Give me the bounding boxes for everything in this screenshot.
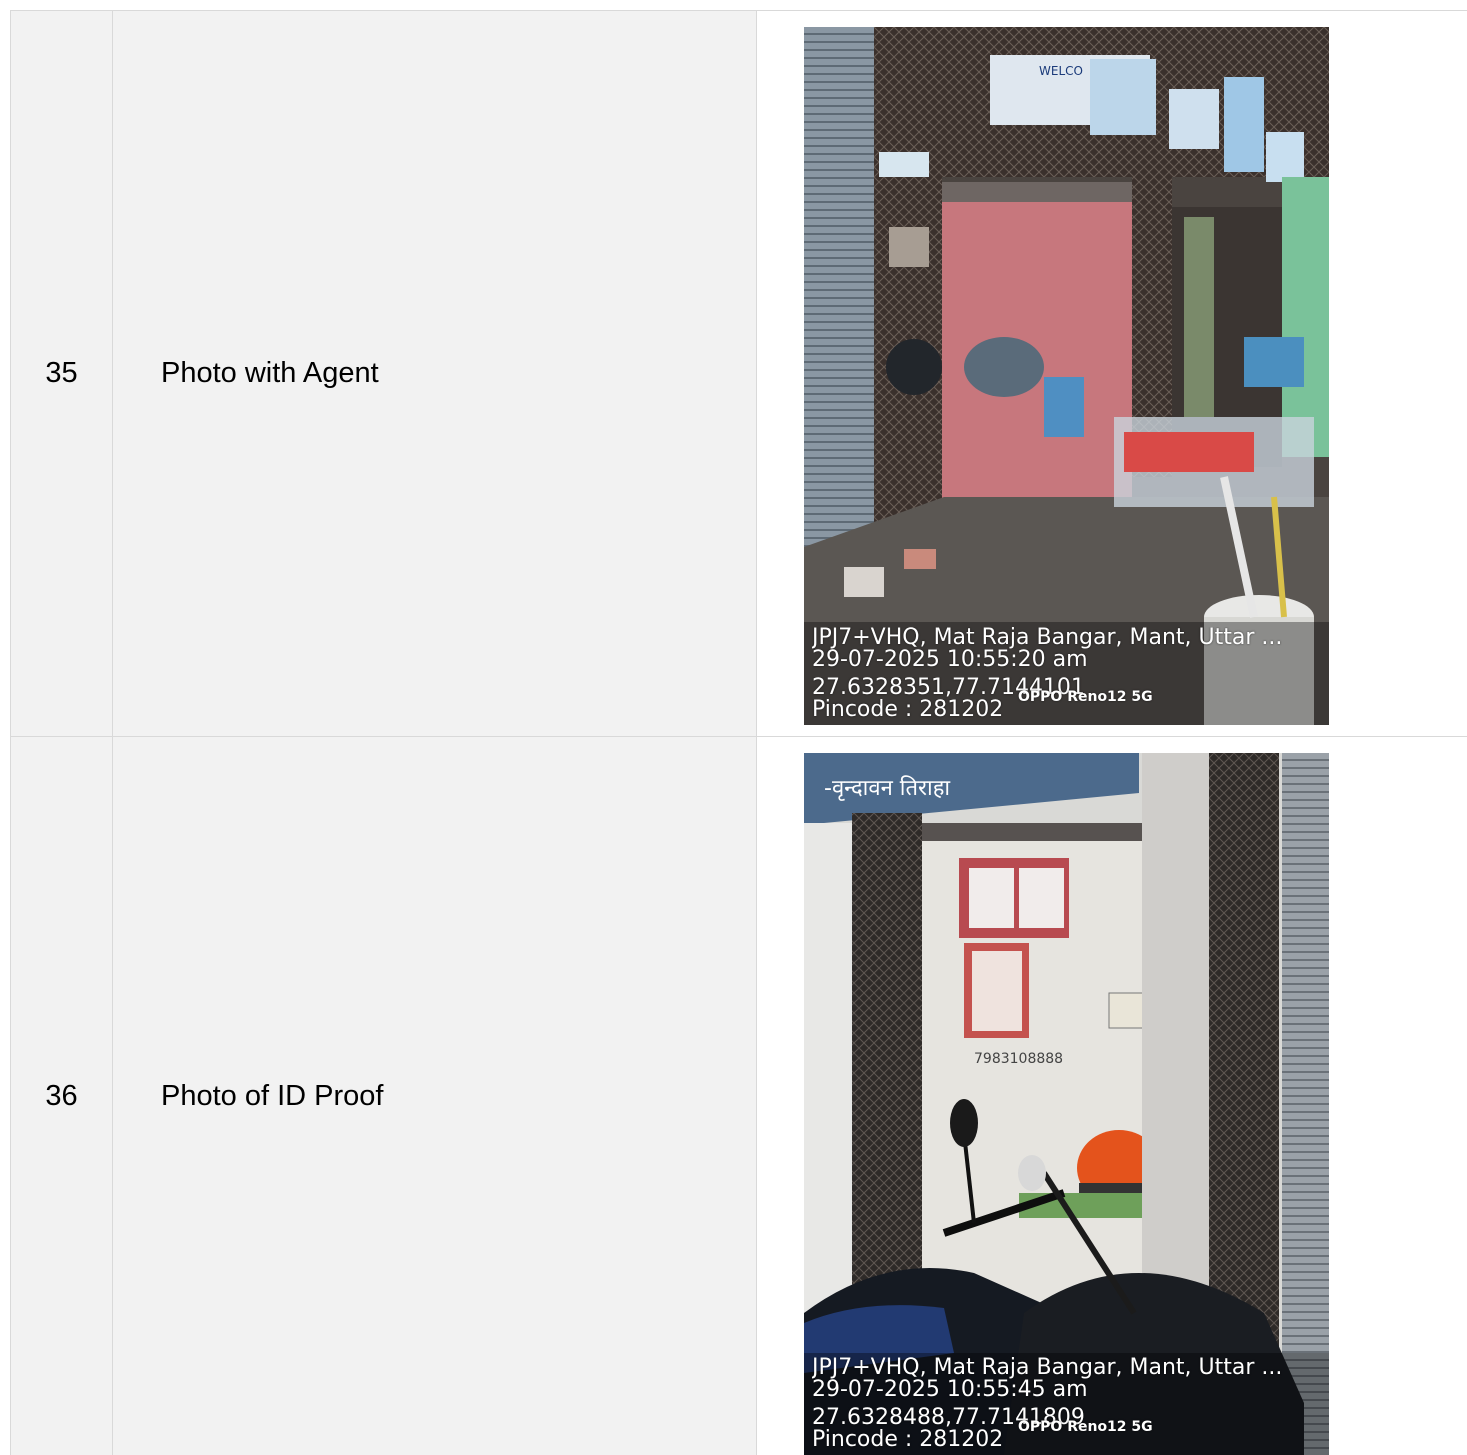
- device-watermark: OPPO Reno12 5G: [1018, 1419, 1153, 1435]
- wall-number: 7983108888: [974, 1051, 1063, 1067]
- geo-stamp: JPJ7+VHQ, Mat Raja Bangar, Mant, Uttar .…: [812, 627, 1323, 721]
- row-label: Photo of ID Proof: [112, 737, 756, 1455]
- stamp-datetime: 29-07-2025 10:55:20 am: [812, 649, 1088, 671]
- geo-stamp: JPJ7+VHQ, Mat Raja Bangar, Mant, Uttar .…: [812, 1357, 1323, 1451]
- banner-text: -वृन्दावन तिराहा: [824, 775, 950, 801]
- photo-cell: WELCO JPJ7+VHQ, Mat Raja Bangar, Mant, U…: [756, 11, 1467, 736]
- poster-text: WELCO: [1039, 64, 1083, 78]
- id-proof-photo[interactable]: -वृन्दावन तिराहा 7983108888 JPJ7+VHQ, Ma…: [804, 753, 1329, 1455]
- table-row: 35 Photo with Agent WELCO JPJ7+VHQ, Mat …: [10, 11, 1467, 737]
- stamp-datetime: 29-07-2025 10:55:45 am: [812, 1379, 1088, 1401]
- agent-photo[interactable]: WELCO JPJ7+VHQ, Mat Raja Bangar, Mant, U…: [804, 27, 1329, 725]
- table-row: 36 Photo of ID Proof -वृन्दावन तिराहा 79…: [10, 737, 1467, 1455]
- shop-front-image: WELCO: [804, 27, 1329, 725]
- shop-entrance-image: -वृन्दावन तिराहा 7983108888: [804, 753, 1329, 1455]
- photo-cell: -वृन्दावन तिराहा 7983108888 JPJ7+VHQ, Ma…: [756, 737, 1467, 1455]
- row-number: 35: [10, 11, 112, 736]
- row-number: 36: [10, 737, 112, 1455]
- row-label: Photo with Agent: [112, 11, 756, 736]
- records-table: 35 Photo with Agent WELCO JPJ7+VHQ, Mat …: [10, 10, 1467, 1455]
- device-watermark: OPPO Reno12 5G: [1018, 689, 1153, 705]
- stamp-address: JPJ7+VHQ, Mat Raja Bangar, Mant, Uttar .…: [812, 1357, 1283, 1379]
- stamp-address: JPJ7+VHQ, Mat Raja Bangar, Mant, Uttar .…: [812, 627, 1283, 649]
